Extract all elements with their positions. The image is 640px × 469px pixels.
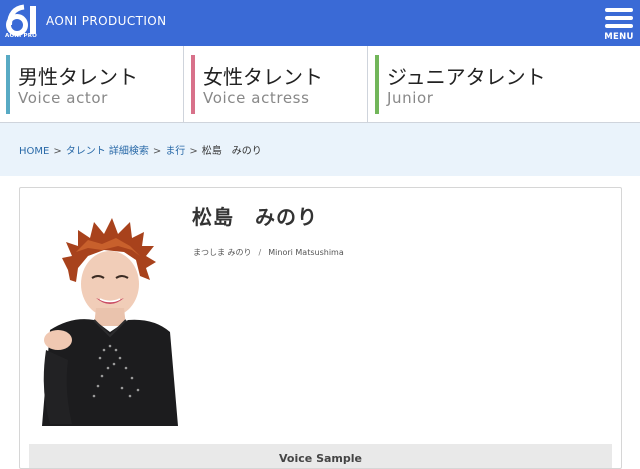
category-divider	[367, 46, 368, 122]
talent-reading-en: Minori Matsushima	[268, 248, 344, 257]
breadcrumb-band: HOME > タレント 詳細検索 > ま行 > 松島 みのり	[0, 123, 640, 176]
category-voice-actor[interactable]: 男性タレント Voice actor	[0, 46, 184, 122]
logo[interactable]: AONI PRO	[0, 0, 44, 46]
category-title-en: Voice actor	[18, 89, 108, 107]
profile-card: 松島 みのり まつしま みのり / Minori Matsushima Voice …	[19, 187, 622, 469]
category-title-jp: 女性タレント	[203, 65, 323, 89]
logo-subtext: AONI PRO	[5, 33, 38, 39]
category-accent-bar	[375, 55, 379, 114]
breadcrumb-search-link[interactable]: タレント 詳細検索	[66, 146, 149, 157]
category-title-en: Voice actress	[203, 89, 310, 107]
menu-label: MENU	[604, 32, 634, 42]
category-accent-bar	[6, 55, 10, 114]
menu-icon-bar-middle	[605, 16, 633, 20]
breadcrumb-separator: >	[53, 146, 62, 157]
category-title-jp: ジュニアタレント	[387, 65, 546, 89]
breadcrumb-separator: >	[152, 146, 162, 157]
menu-button[interactable]: MENU	[604, 5, 634, 43]
reading-separator: /	[258, 248, 262, 257]
voice-sample-label: Voice Sample	[279, 452, 362, 465]
category-nav: 男性タレント Voice actor 女性タレント Voice actress …	[0, 46, 640, 123]
category-junior[interactable]: ジュニアタレント Junior	[369, 46, 640, 122]
talent-reading: まつしま みのり / Minori Matsushima	[193, 247, 344, 258]
breadcrumb-separator: >	[189, 146, 198, 157]
talent-reading-jp: まつしま みのり	[193, 248, 252, 257]
menu-icon-bar-bottom	[605, 24, 633, 28]
breadcrumb-row-link[interactable]: ま行	[165, 146, 185, 157]
site-header: AONI PRO AONI PRODUCTION MENU	[0, 0, 640, 46]
category-divider	[183, 46, 184, 122]
menu-icon-bar-top	[605, 8, 633, 12]
voice-sample-header[interactable]: Voice Sample	[29, 444, 612, 468]
breadcrumb-home-link[interactable]: HOME	[19, 146, 49, 157]
profile-photo	[32, 200, 182, 426]
breadcrumb-current: 松島 みのり	[201, 146, 262, 157]
category-voice-actress[interactable]: 女性タレント Voice actress	[185, 46, 368, 122]
talent-name: 松島 みのり	[192, 205, 318, 229]
category-accent-bar	[191, 55, 195, 114]
brand-name[interactable]: AONI PRODUCTION	[46, 14, 167, 28]
breadcrumb: HOME > タレント 詳細検索 > ま行 > 松島 みのり	[19, 142, 262, 157]
category-title-en: Junior	[387, 89, 434, 107]
category-title-jp: 男性タレント	[18, 65, 138, 89]
